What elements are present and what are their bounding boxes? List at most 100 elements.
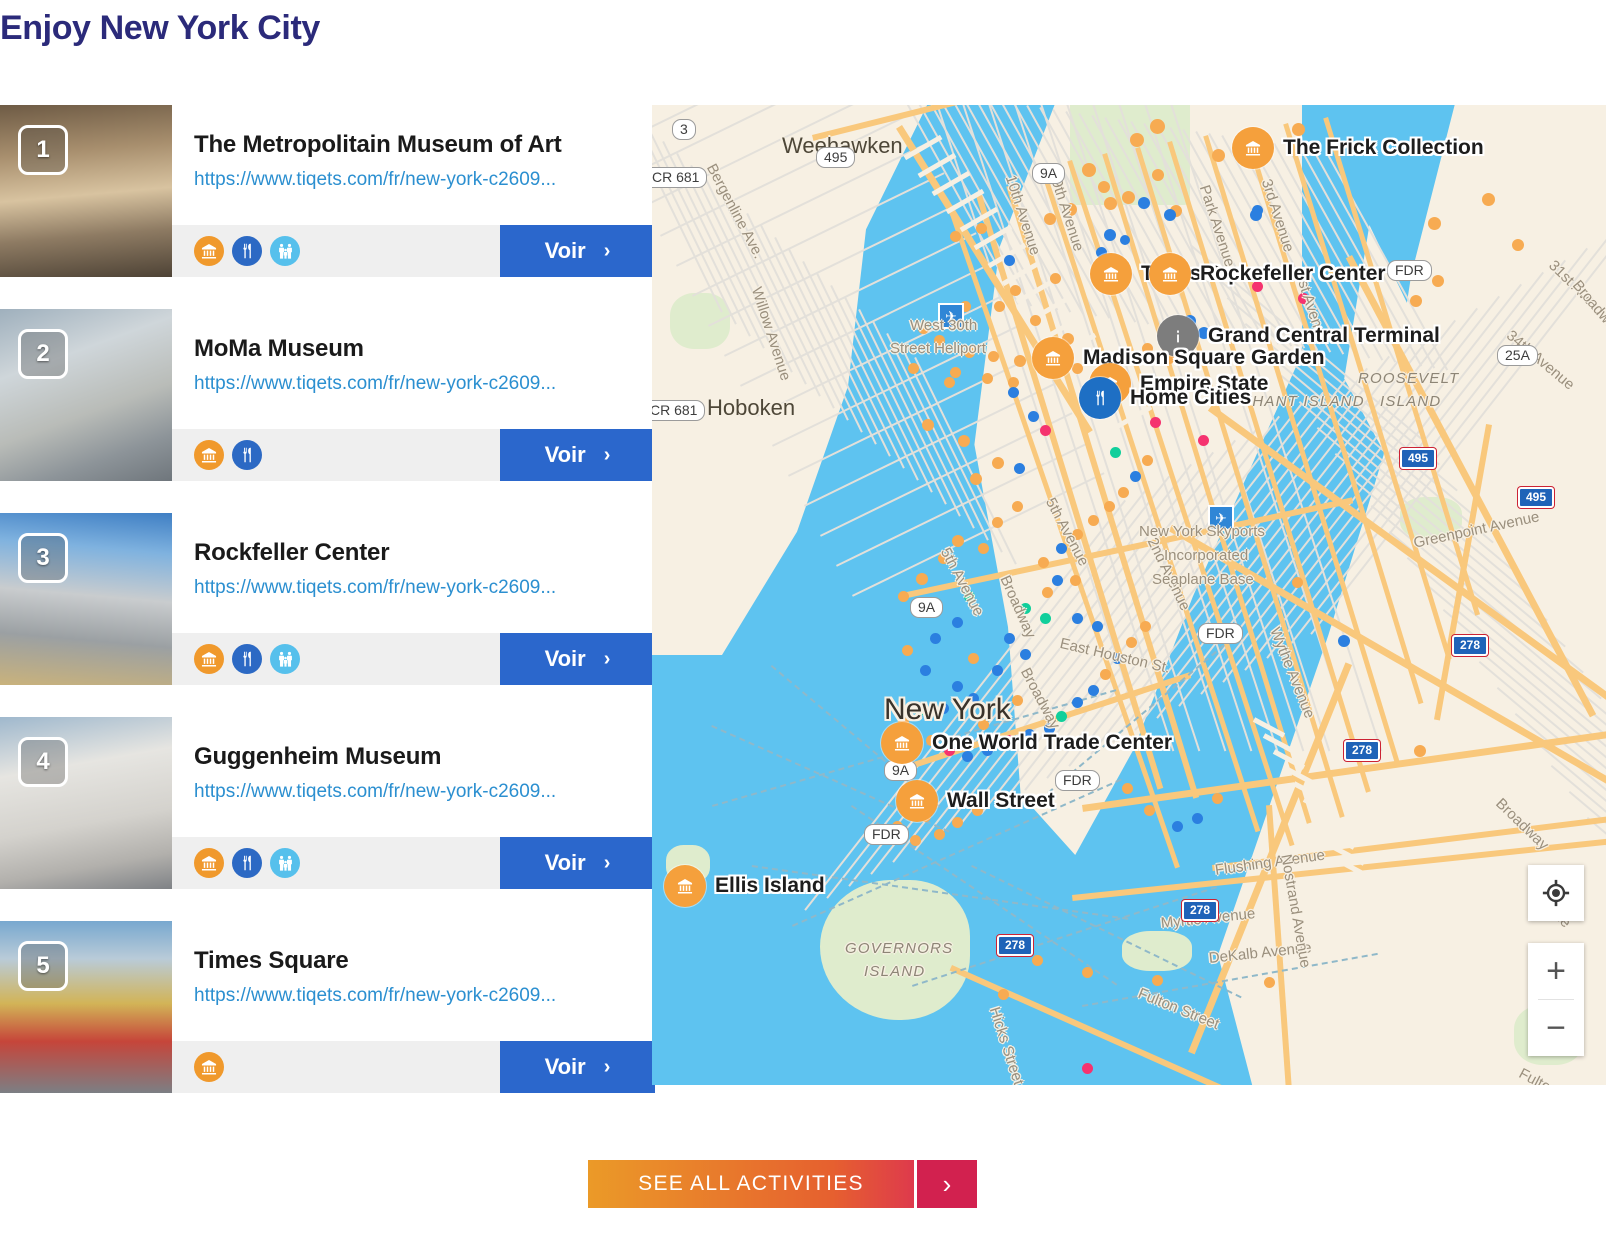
map-marker-dot[interactable]	[994, 301, 1005, 312]
map-marker-dot[interactable]	[1008, 387, 1019, 398]
map-marker-dot[interactable]	[1292, 577, 1303, 588]
map-marker-dot[interactable]	[1152, 169, 1164, 181]
map-marker-dot[interactable]	[922, 419, 934, 431]
map-marker-dot[interactable]	[998, 989, 1009, 1000]
voir-button[interactable]: Voir ›	[500, 429, 655, 481]
map-marker-dot[interactable]	[1014, 355, 1026, 367]
map-marker-dot[interactable]	[1152, 975, 1163, 986]
map-marker-dot[interactable]	[1030, 315, 1041, 326]
map-marker-dot[interactable]	[1098, 181, 1110, 193]
map-marker-dot[interactable]	[1428, 217, 1441, 230]
map-poi[interactable]: The Frick Collection	[1232, 127, 1484, 169]
attraction-url[interactable]: https://www.tiqets.com/fr/new-york-c2609…	[194, 373, 556, 395]
zoom-out-button[interactable]: −	[1528, 1000, 1584, 1056]
map-marker-dot[interactable]	[920, 665, 931, 676]
map-marker-dot[interactable]	[1198, 435, 1209, 446]
map-marker-dot[interactable]	[916, 573, 928, 585]
attraction-card[interactable]: 5 Times Square https://www.tiqets.com/fr/n…	[0, 921, 655, 1093]
map-marker-dot[interactable]	[992, 457, 1004, 469]
map-marker-dot[interactable]	[950, 367, 961, 378]
map-marker-dot[interactable]	[1082, 967, 1093, 978]
map-marker-dot[interactable]	[1104, 501, 1115, 512]
map-marker-dot[interactable]	[988, 351, 999, 362]
map-marker-dot[interactable]	[952, 681, 963, 692]
map-marker-dot[interactable]	[1338, 635, 1350, 647]
map-marker-dot[interactable]	[1072, 613, 1083, 624]
map-marker-dot[interactable]	[1172, 821, 1183, 832]
map-marker-dot[interactable]	[902, 645, 913, 656]
map-marker-dot[interactable]	[1052, 575, 1063, 586]
voir-button[interactable]: Voir ›	[500, 633, 655, 685]
map-marker-dot[interactable]	[1088, 685, 1099, 696]
zoom-in-button[interactable]: +	[1528, 943, 1584, 999]
map-marker-dot[interactable]	[1044, 213, 1056, 225]
map-marker-dot[interactable]	[944, 377, 955, 388]
map-marker-dot[interactable]	[908, 363, 919, 374]
map-canvas[interactable]: ✈ ✈ Bergenline Ave. Willow Avenue 10th Avenu…	[652, 105, 1606, 1085]
attraction-card[interactable]: 1 The Metropolitain Museum of Art https://…	[0, 105, 655, 277]
map-marker-dot[interactable]	[1140, 621, 1151, 632]
voir-button[interactable]: Voir ›	[500, 837, 655, 889]
map-marker-dot[interactable]	[1138, 197, 1150, 209]
attraction-url[interactable]: https://www.tiqets.com/fr/new-york-c2609…	[194, 985, 556, 1007]
map-marker-dot[interactable]	[1012, 501, 1023, 512]
map-marker-dot[interactable]	[1250, 209, 1262, 221]
attraction-url[interactable]: https://www.tiqets.com/fr/new-york-c2609…	[194, 781, 556, 803]
map-marker-dot[interactable]	[1482, 193, 1495, 206]
attraction-thumbnail[interactable]: 2	[0, 309, 172, 481]
map-marker-dot[interactable]	[1088, 515, 1099, 526]
map-marker-dot[interactable]	[1118, 487, 1129, 498]
map-marker-dot[interactable]	[1110, 447, 1121, 458]
map-marker-dot[interactable]	[934, 829, 945, 840]
map-marker-dot[interactable]	[1040, 613, 1051, 624]
attraction-card[interactable]: 3 Rockfeller Center https://www.tiqets.com…	[0, 513, 655, 685]
map-marker-dot[interactable]	[958, 435, 970, 447]
map-marker-dot[interactable]	[970, 473, 982, 485]
map-marker-dot[interactable]	[1122, 191, 1135, 204]
voir-button[interactable]: Voir ›	[500, 1041, 655, 1093]
map-marker-dot[interactable]	[1212, 149, 1225, 162]
map-marker-dot[interactable]	[930, 633, 941, 644]
map-panel[interactable]: ✈ ✈ Bergenline Ave. Willow Avenue 10th Avenu…	[652, 105, 1606, 1085]
map-marker-dot[interactable]	[1192, 813, 1203, 824]
attraction-thumbnail[interactable]: 1	[0, 105, 172, 277]
map-poi[interactable]: Home Cities	[1079, 377, 1251, 419]
my-location-button[interactable]	[1528, 865, 1584, 921]
map-marker-dot[interactable]	[992, 665, 1003, 676]
map-marker-dot[interactable]	[1104, 229, 1116, 241]
attraction-thumbnail[interactable]: 3	[0, 513, 172, 685]
map-marker-dot[interactable]	[1142, 455, 1153, 466]
map-poi[interactable]: Wall Street	[896, 780, 1055, 822]
map-marker-dot[interactable]	[968, 653, 979, 664]
map-marker-dot[interactable]	[1040, 425, 1051, 436]
map-marker-dot[interactable]	[1414, 745, 1426, 757]
map-marker-dot[interactable]	[1014, 463, 1025, 474]
map-marker-dot[interactable]	[1038, 557, 1049, 568]
map-marker-dot[interactable]	[1092, 621, 1103, 632]
map-marker-dot[interactable]	[1028, 411, 1039, 422]
map-marker-dot[interactable]	[1212, 793, 1223, 804]
map-marker-dot[interactable]	[1020, 649, 1031, 660]
map-marker-dot[interactable]	[982, 373, 993, 384]
map-marker-dot[interactable]	[1104, 197, 1117, 210]
map-marker-dot[interactable]	[1164, 209, 1176, 221]
map-marker-dot[interactable]	[910, 835, 921, 846]
map-marker-dot[interactable]	[1144, 805, 1155, 816]
voir-button[interactable]: Voir ›	[500, 225, 655, 277]
attraction-thumbnail[interactable]: 5	[0, 921, 172, 1093]
attraction-thumbnail[interactable]: 4	[0, 717, 172, 889]
map-marker-dot[interactable]	[1010, 285, 1021, 296]
map-marker-dot[interactable]	[1130, 133, 1144, 147]
map-marker-dot[interactable]	[898, 591, 909, 602]
attraction-card[interactable]: 4 Guggenheim Museum https://www.tiqets.com…	[0, 717, 655, 889]
attraction-url[interactable]: https://www.tiqets.com/fr/new-york-c2609…	[194, 169, 556, 191]
map-marker-dot[interactable]	[1082, 163, 1096, 177]
map-marker-dot[interactable]	[1432, 275, 1444, 287]
see-all-activities-button[interactable]: SEE ALL ACTIVITIES ›	[588, 1160, 977, 1208]
map-poi[interactable]: One World Trade Center	[881, 722, 1172, 764]
map-marker-dot[interactable]	[1122, 783, 1133, 794]
zoom-controls[interactable]: + −	[1528, 943, 1584, 1056]
map-marker-dot[interactable]	[992, 517, 1003, 528]
map-marker-dot[interactable]	[950, 231, 961, 242]
map-marker-dot[interactable]	[1120, 235, 1130, 245]
